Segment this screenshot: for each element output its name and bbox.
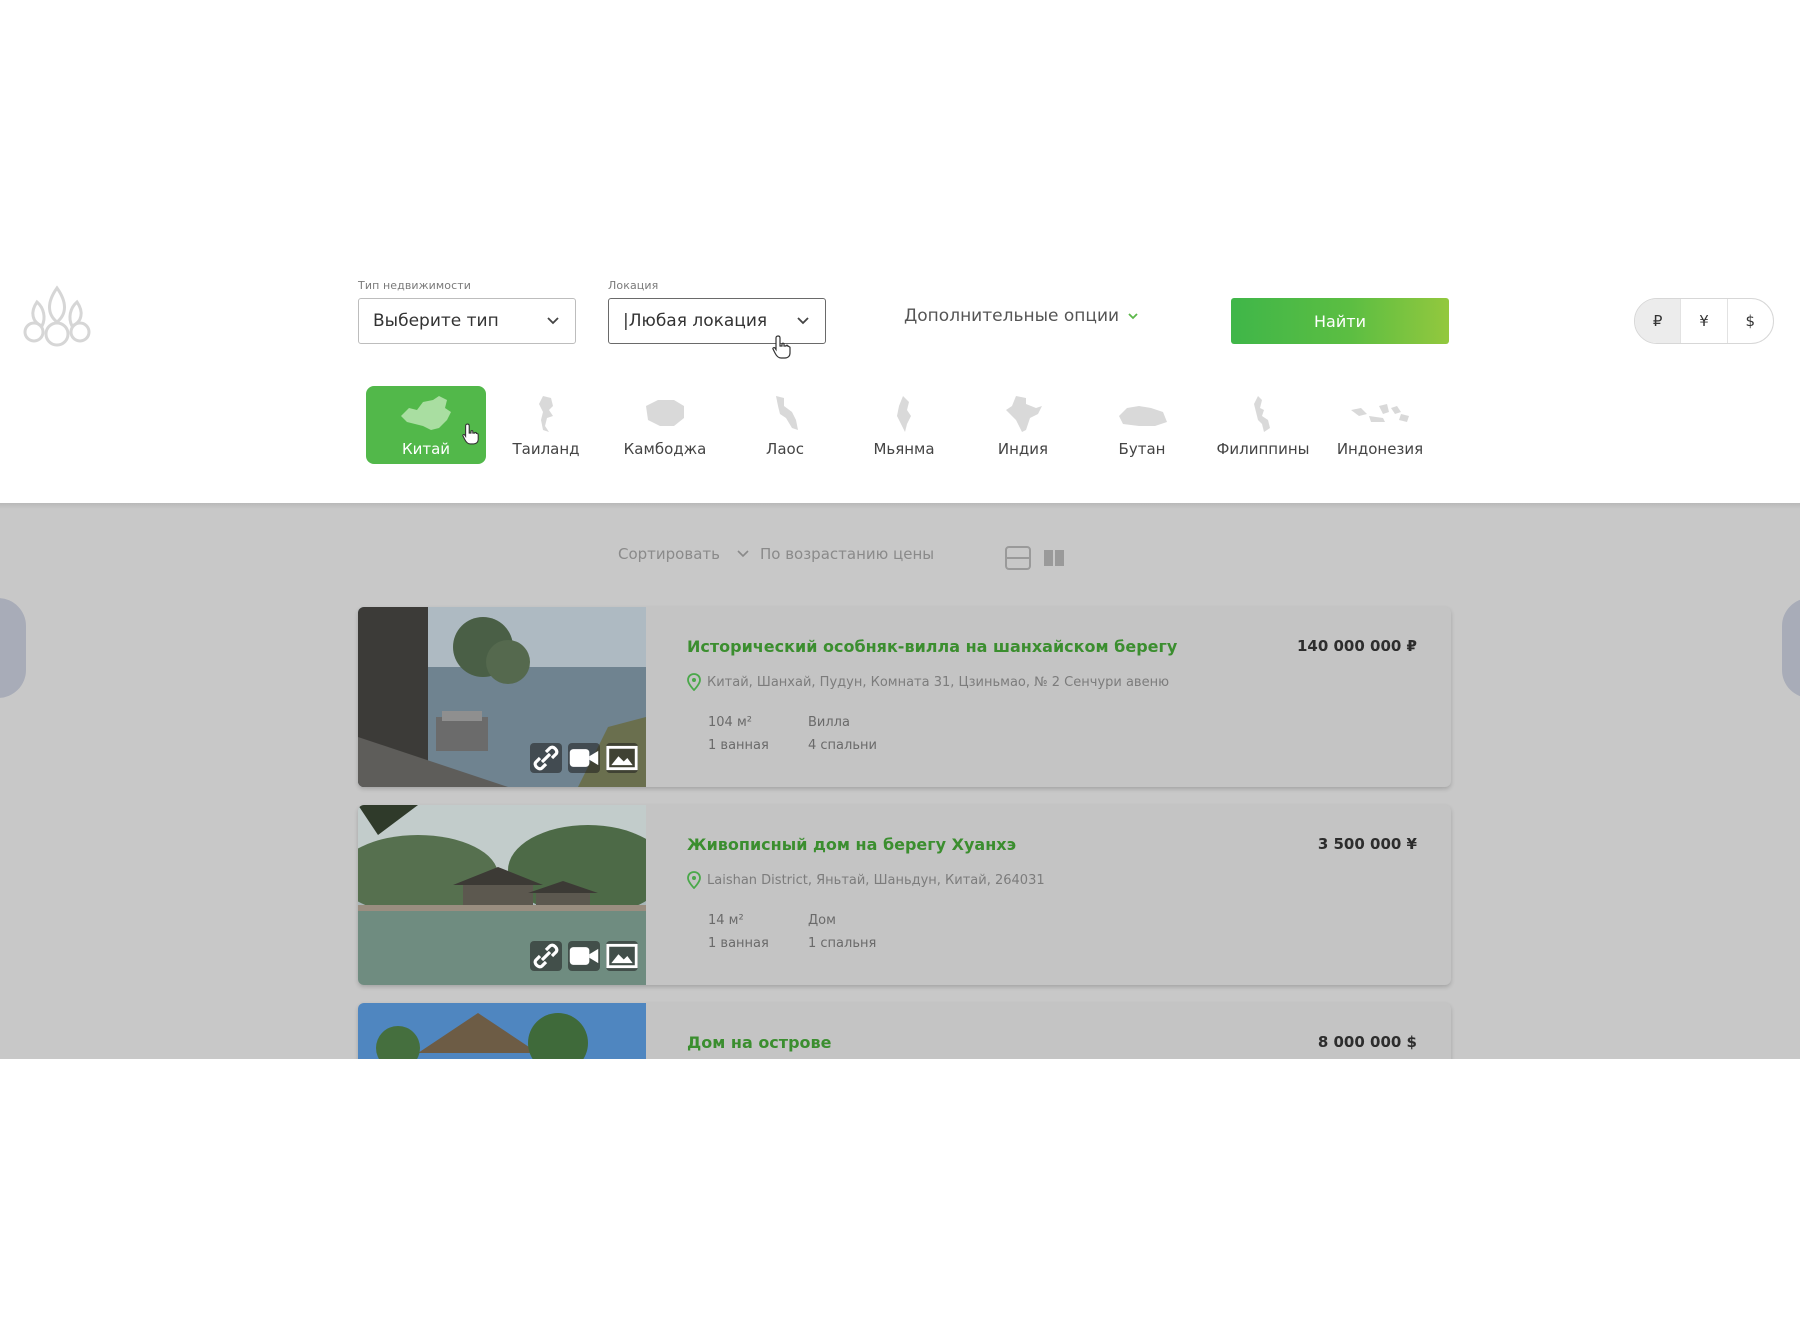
video-icon[interactable] (568, 941, 600, 971)
chevron-down-icon (547, 317, 559, 325)
country-tab-laos[interactable]: Лаос (725, 386, 845, 464)
country-name: Китай (401, 440, 451, 458)
chevron-down-icon (797, 317, 809, 325)
more-options-label: Дополнительные опции (904, 306, 1120, 326)
bedrooms: 1 спальня (808, 936, 877, 951)
listing-price: 8 000 000 $ (1317, 1033, 1417, 1051)
location-pin-icon (687, 673, 701, 691)
country-name: Бутан (1118, 440, 1166, 458)
brand-logo[interactable] (12, 280, 102, 350)
country-tab-philippines[interactable]: Филиппины (1203, 386, 1323, 464)
hand-cursor-icon (772, 335, 791, 359)
property-type-value: Выберите тип (373, 311, 499, 331)
sort-bar: Сортировать По возрастанию цены (618, 545, 934, 563)
location-select[interactable]: |Любая локация (608, 298, 826, 344)
view-switch (1004, 545, 1066, 571)
country-name: Индия (997, 440, 1049, 458)
listing-address: Laishan District, Яньтай, Шаньдун, Китай… (687, 871, 1045, 889)
listing-title[interactable]: Исторический особняк-вилла на шанхайском… (687, 637, 1177, 656)
property-type: Дом (808, 913, 836, 928)
hand-cursor-icon (462, 423, 479, 445)
area: 104 м² (708, 715, 752, 730)
country-name: Лаос (766, 440, 804, 458)
listing-specs: 104 м² Вилла 1 ванная 4 спальни (708, 715, 928, 753)
bathrooms: 1 ванная (708, 936, 769, 951)
country-name: Филиппины (1216, 440, 1310, 458)
listing-photo[interactable] (358, 607, 646, 787)
currency-usd[interactable]: $ (1728, 299, 1773, 343)
sort-label: Сортировать (618, 545, 720, 563)
prev-arrow[interactable] (0, 598, 26, 698)
country-name: Индонезия (1336, 440, 1424, 458)
country-tab-bhutan[interactable]: Бутан (1082, 386, 1202, 464)
list-view-icon[interactable] (1004, 545, 1032, 571)
country-name: Камбоджа (623, 440, 707, 458)
listing-price: 3 500 000 ¥ (1317, 835, 1417, 853)
find-button[interactable]: Найти (1231, 298, 1449, 344)
china-map-icon (401, 396, 451, 430)
gallery-icon[interactable] (606, 941, 638, 971)
cambodia-map-icon (646, 400, 684, 426)
country-tab-india[interactable]: Индия (963, 386, 1083, 464)
listing-title[interactable]: Живописный дом на берегу Хуанхэ (687, 835, 1016, 854)
chevron-down-icon[interactable] (736, 547, 750, 561)
currency-rub[interactable]: ₽ (1635, 299, 1682, 343)
area: 14 м² (708, 913, 744, 928)
country-name: Мьянма (873, 440, 935, 458)
listing-card[interactable]: Исторический особняк-вилла на шанхайском… (358, 607, 1451, 787)
page: Тип недвижимости Выберите тип Локация |Л… (0, 0, 1800, 1328)
gallery-icon[interactable] (606, 743, 638, 773)
property-type-select[interactable]: Выберите тип (358, 298, 576, 344)
video-icon[interactable] (568, 743, 600, 773)
country-tab-cambodia[interactable]: Камбоджа (605, 386, 725, 464)
philippines-map-icon (1254, 396, 1270, 432)
listing-title[interactable]: Дом на острове (687, 1033, 831, 1052)
currency-cny[interactable]: ¥ (1681, 299, 1728, 343)
next-arrow[interactable] (1782, 598, 1800, 698)
listing-photo[interactable] (358, 805, 646, 985)
country-tab-indonesia[interactable]: Индонезия (1320, 386, 1440, 464)
overlay-shadow (0, 503, 1800, 509)
listing-card[interactable]: Живописный дом на берегу Хуанхэ 3 500 00… (358, 805, 1451, 985)
media-icons (530, 941, 638, 971)
lotus-logo-icon (23, 285, 91, 347)
listing-card[interactable]: Дом на острове 8 000 000 $ (358, 1003, 1451, 1059)
island-house-photo (358, 1003, 646, 1059)
bedrooms: 4 спальни (808, 738, 877, 753)
listing-price: 140 000 000 ₽ (1296, 637, 1417, 655)
country-name: Таиланд (512, 440, 580, 458)
location-value: |Любая локация (623, 311, 768, 331)
location-field-label: Локация (608, 279, 659, 292)
bathrooms: 1 ванная (708, 738, 769, 753)
property-type: Вилла (808, 715, 850, 730)
bhutan-map-icon (1119, 406, 1167, 426)
link-icon[interactable] (530, 743, 562, 773)
media-icons (530, 743, 638, 773)
location-pin-icon (687, 871, 701, 889)
page-footer-space (0, 1059, 1800, 1328)
results-overlay: Сортировать По возрастанию цены Историче… (0, 503, 1800, 1059)
india-map-icon (1006, 396, 1042, 432)
more-options-toggle[interactable]: Дополнительные опции (904, 306, 1139, 326)
indonesia-map-icon (1351, 404, 1409, 422)
listing-specs: 14 м² Дом 1 ванная 1 спальня (708, 913, 928, 951)
link-icon[interactable] (530, 941, 562, 971)
country-tab-myanmar[interactable]: Мьянма (844, 386, 964, 464)
listing-address: Китай, Шанхай, Пудун, Комната 31, Цзиньм… (687, 673, 1169, 691)
laos-map-icon (776, 396, 798, 430)
thailand-map-icon (539, 396, 553, 432)
grid-view-icon[interactable] (1042, 545, 1066, 571)
listing-photo[interactable] (358, 1003, 646, 1059)
address-text: Laishan District, Яньтай, Шаньдун, Китай… (707, 872, 1045, 888)
sort-value[interactable]: По возрастанию цены (760, 545, 934, 563)
myanmar-map-icon (897, 396, 911, 432)
currency-switch: ₽ ¥ $ (1634, 298, 1774, 344)
chevron-down-icon (1128, 313, 1138, 320)
address-text: Китай, Шанхай, Пудун, Комната 31, Цзиньм… (707, 674, 1170, 690)
type-field-label: Тип недвижимости (358, 279, 472, 292)
country-tab-thailand[interactable]: Таиланд (486, 386, 606, 464)
